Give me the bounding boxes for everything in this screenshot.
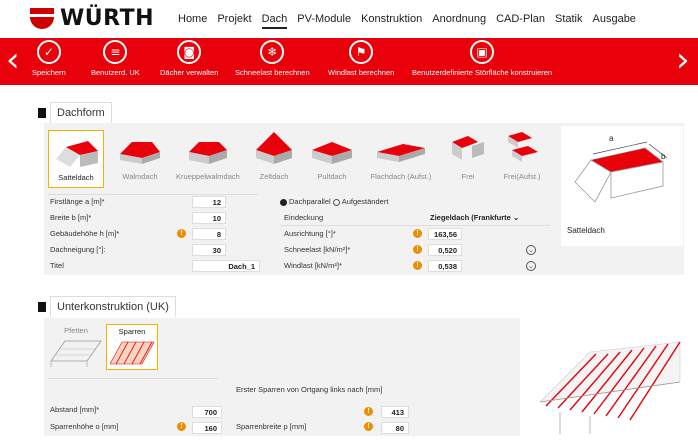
roof-type-zeltdach[interactable]: Zeltdach [246,130,302,181]
wind-flag-icon: ⚑ [349,40,374,64]
action-toolbar: ‹ ✓ Speichern ≡ Benutzerd. UK ◙ Dächer v… [0,38,698,85]
scroll-right-icon[interactable]: › [676,42,690,78]
camera-icon: ◙ [177,40,202,64]
save-button[interactable]: ✓ Speichern [32,40,66,77]
nav-statik[interactable]: Statik [555,13,583,29]
radio-selected-icon[interactable] [280,198,287,206]
preview-label: Satteldach [567,226,605,235]
warning-icon[interactable]: ! [364,422,373,431]
obstacle-square-icon: ▣ [470,40,495,64]
roof-type-frei[interactable]: Frei [440,130,496,181]
wind-load-button[interactable]: ⚑ Windlast berechnen [328,40,394,77]
section-marker [38,301,46,312]
roof-type-frei-aufst[interactable]: Frei(Aufst.) [494,130,550,181]
top-bar: WÜRTH Home Projekt Dach PV-Module Konstr… [0,0,698,38]
warning-icon[interactable]: ! [413,229,422,238]
schneelast-input[interactable]: 0,520 [428,244,462,256]
abstand-input[interactable]: 700 [192,406,222,418]
list-icon: ≡ [103,40,128,64]
divider [280,225,550,226]
field-label: Gebäudehöhe h [m]* [50,229,120,238]
wurth-logo-icon [30,7,54,30]
nav-cad-plan[interactable]: CAD-Plan [496,13,545,29]
section-marker [38,107,46,118]
uk-tab[interactable]: Unterkonstruktion (UK) [50,296,176,317]
main-nav: Home Projekt Dach PV-Module Konstruktion… [178,13,646,29]
dachform-header: Dachform [38,102,112,123]
brand-name: WÜRTH [60,6,155,31]
eindeckung-select[interactable]: Ziegeldach (Frankfurte ⌄ [428,212,526,224]
nav-ausgabe[interactable]: Ausgabe [593,13,636,29]
roof-type-krueppelwalmdach[interactable]: Krueppelwalmdach [176,136,240,181]
dim-a-label: a [609,134,614,143]
ausrichtung-input[interactable]: 163,56 [428,228,462,240]
nav-dach[interactable]: Dach [261,13,288,29]
field-label: Sparrenhöhe o [mm] [50,422,119,431]
field-label: Sparrenbreite p [mm] [236,422,307,431]
nav-anordnung[interactable]: Anordnung [432,13,486,29]
snowflake-icon: ❄ [260,40,285,64]
custom-uk-button[interactable]: ≡ Benutzerd. UK [91,40,140,77]
chevron-down-icon: ⌄ [510,213,520,222]
dim-b-label: b [661,152,666,161]
snow-load-button[interactable]: ❄ Schneelast berechnen [235,40,310,77]
wurth-logo[interactable]: WÜRTH [30,6,154,31]
dachform-tab[interactable]: Dachform [50,102,112,123]
roof-preview: a b Satteldach [561,126,683,246]
breite-input[interactable]: 10 [192,212,226,224]
manage-roofs-button[interactable]: ◙ Dächer verwalten [160,40,218,77]
roof-type-flachdach[interactable]: Flachdach (Aufst.) [368,136,434,181]
field-label: Breite b [m]* [50,213,92,222]
sparrenbreite-input[interactable]: 80 [381,422,409,434]
chevron-down-icon[interactable]: ⌄ [526,245,536,255]
check-icon: ✓ [36,40,61,64]
field-label: Windlast [kN/m²]* [284,261,342,270]
custom-obstacle-button[interactable]: ▣ Benutzerdefinierte Störfläche konstrui… [412,40,552,77]
field-label: Firstlänge a [m]* [50,197,105,206]
warning-icon[interactable]: ! [177,229,186,238]
warning-icon[interactable]: ! [364,407,373,416]
field-label: Ausrichtung [°]* [284,229,336,238]
warning-icon[interactable]: ! [413,245,422,254]
erster-sparren-input[interactable]: 413 [381,406,409,418]
uk-preview [530,322,686,436]
uk-header: Unterkonstruktion (UK) [38,296,176,317]
divider [48,194,258,195]
windlast-input[interactable]: 0,538 [428,260,462,272]
field-label: Eindeckung [284,213,324,222]
titel-input[interactable]: Dach_1 [192,260,260,272]
field-label: Abstand [mm]* [50,405,100,414]
nav-pv-module[interactable]: PV-Module [297,13,351,29]
uk-preview-image [539,341,681,434]
scroll-left-icon[interactable]: ‹ [6,42,20,78]
divider [48,378,218,379]
nav-konstruktion[interactable]: Konstruktion [361,13,422,29]
radio-unselected-icon[interactable] [332,198,340,206]
roof-type-pultdach[interactable]: Pultdach [304,136,360,181]
warning-icon[interactable]: ! [177,422,186,431]
mount-options: Dachparallel Aufgeständert [280,196,388,208]
uk-type-sparren[interactable]: Sparren [106,324,158,370]
field-label: Dachneigung [°]: [50,245,106,254]
gebaeudehoehe-input[interactable]: 8 [192,228,226,240]
firstlaenge-input[interactable]: 12 [192,196,226,208]
field-label: Schneelast [kN/m²]* [284,245,351,254]
nav-projekt[interactable]: Projekt [217,13,251,29]
nav-home[interactable]: Home [178,13,207,29]
dachneigung-input[interactable]: 30 [192,244,226,256]
field-label: Titel [50,261,64,270]
field-label: Erster Sparren von Ortgang links nach [m… [236,385,383,394]
roof-type-satteldach[interactable]: Satteldach [48,130,104,188]
roof-type-walmdach[interactable]: Walmdach [112,136,168,181]
warning-icon[interactable]: ! [413,261,422,270]
uk-type-pfetten[interactable]: Pfetten [48,324,104,370]
chevron-down-icon[interactable]: ⌄ [526,261,536,271]
sparrenhoehe-input[interactable]: 160 [192,422,222,434]
roof-preview-image [574,141,668,203]
